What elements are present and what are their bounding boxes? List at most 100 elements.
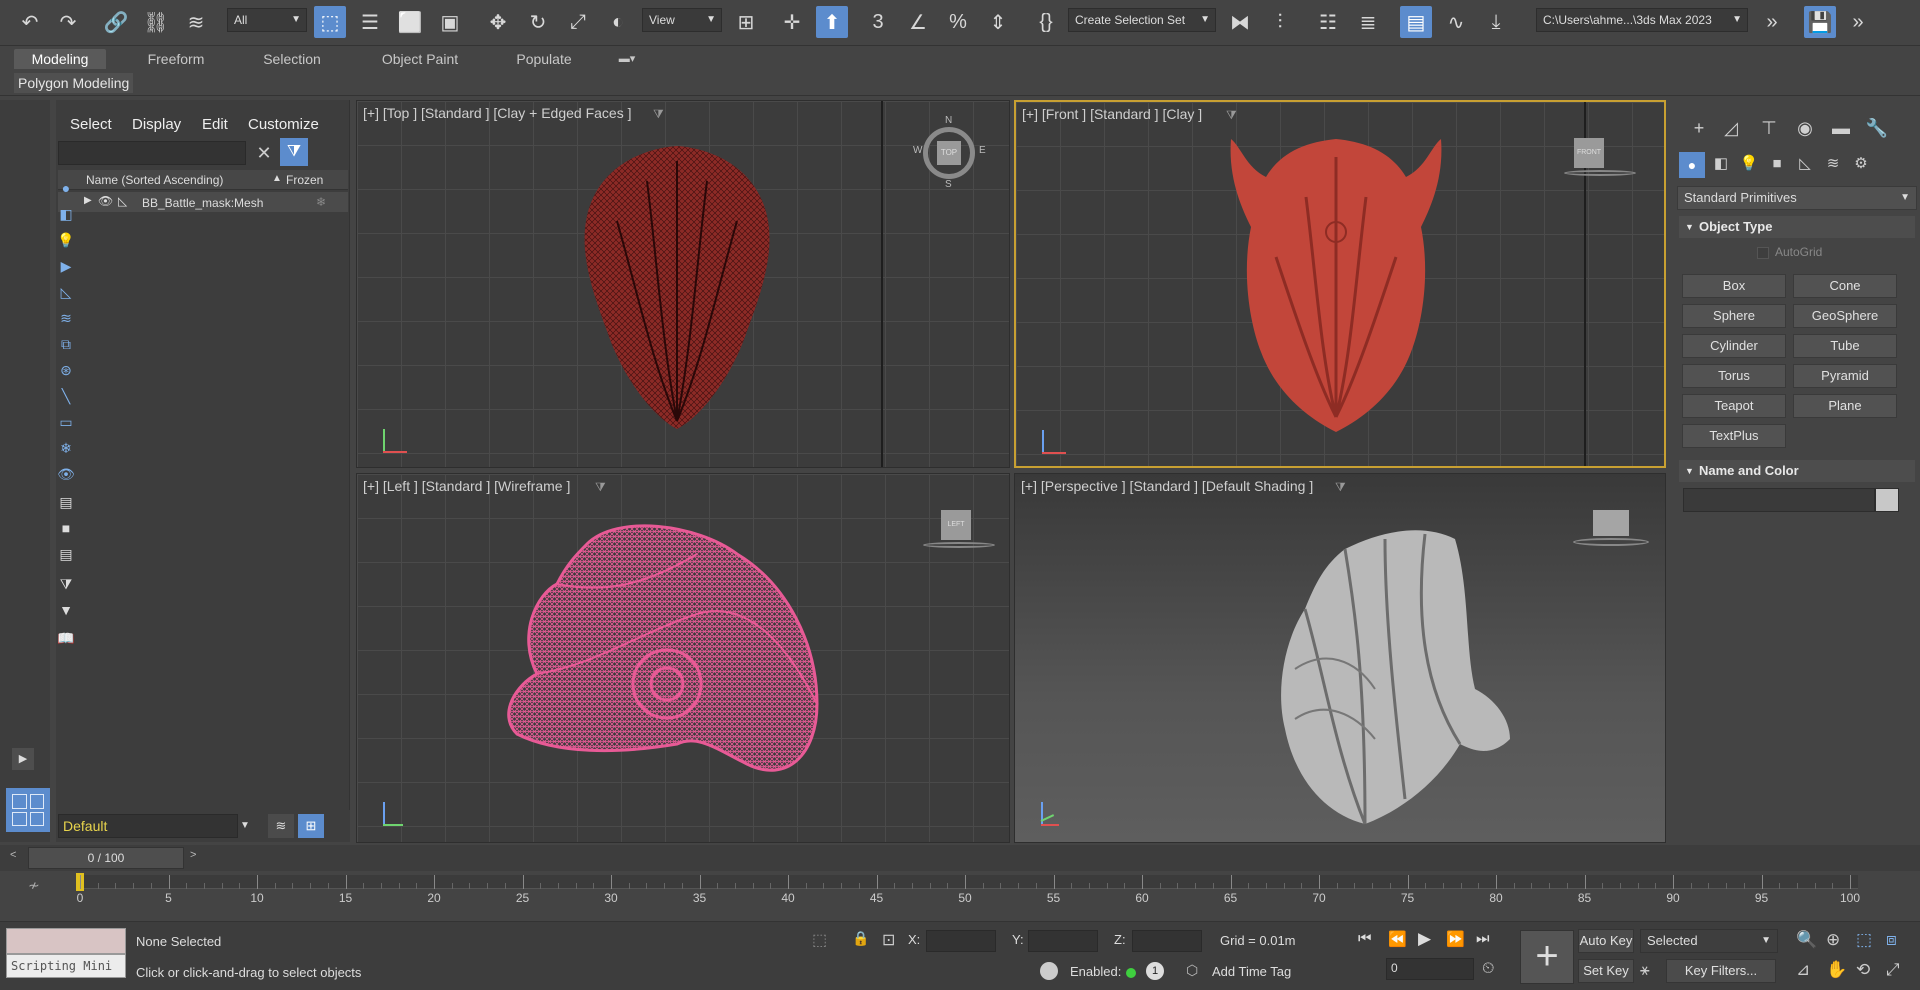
selection-region-icon[interactable]: ⬜: [394, 6, 426, 38]
selection-filter-dropdown[interactable]: All ▼: [227, 8, 307, 32]
select-manipulate-icon[interactable]: ✛: [776, 6, 808, 38]
selection-lock-icon[interactable]: 🔒: [852, 930, 869, 947]
filter-lights-icon[interactable]: 💡: [56, 230, 76, 250]
pan-view-icon[interactable]: ✋: [1826, 960, 1847, 980]
ribbon-options-icon[interactable]: ▬▾: [612, 49, 642, 69]
time-tag-icon[interactable]: ⬡: [1186, 962, 1198, 979]
time-prev-icon[interactable]: <: [10, 849, 16, 861]
filter-helpers-icon[interactable]: ◺: [56, 282, 76, 302]
zoom-extents-all-icon[interactable]: ⧈: [1886, 930, 1897, 950]
tab-populate[interactable]: Populate: [498, 49, 590, 69]
autogrid-checkbox[interactable]: [1757, 247, 1769, 259]
link-icon[interactable]: 🔗: [100, 6, 132, 38]
filter-frozen-icon[interactable]: ❄: [56, 438, 76, 458]
previous-frame-icon[interactable]: ⏪: [1388, 930, 1407, 948]
next-frame-icon[interactable]: ⏩: [1446, 930, 1465, 948]
key-mode-icon[interactable]: ⚹: [1640, 962, 1650, 980]
name-and-color-rollout[interactable]: ▼ Name and Color: [1679, 460, 1915, 482]
filter-geometry-icon[interactable]: ●: [56, 178, 76, 198]
display-tab-icon[interactable]: ▬: [1829, 116, 1853, 140]
modify-tab-icon[interactable]: ◿: [1719, 116, 1743, 140]
isolate-selection-icon[interactable]: ⬚: [812, 930, 827, 950]
lights-category-icon[interactable]: 💡: [1737, 152, 1761, 176]
perspective-viewcube-icon[interactable]: [1593, 510, 1629, 536]
layer-dropdown-arrow-icon[interactable]: ▼: [240, 820, 250, 831]
z-coordinate-input[interactable]: [1132, 930, 1202, 952]
auto-key-button[interactable]: Auto Key: [1578, 929, 1634, 953]
column-name[interactable]: Name (Sorted Ascending): [86, 173, 223, 187]
spacewarps-category-icon[interactable]: ≋: [1821, 152, 1845, 176]
clear-search-icon[interactable]: ✕: [252, 141, 276, 165]
play-icon[interactable]: ▶: [1418, 929, 1431, 949]
tube-button[interactable]: Tube: [1793, 334, 1897, 358]
current-frame-input[interactable]: 0: [1386, 958, 1474, 980]
snaps-toggle-icon[interactable]: 3: [862, 6, 894, 38]
project-path-dropdown[interactable]: C:\Users\ahme...\3ds Max 2023 ▼: [1536, 8, 1748, 32]
keyboard-shortcut-override-icon[interactable]: ⬆: [816, 6, 848, 38]
viewport-perspective-filter-icon[interactable]: ⧩: [1335, 480, 1346, 495]
object-color-swatch[interactable]: [1875, 488, 1899, 512]
viewcube-top[interactable]: TOP N S E W: [913, 115, 986, 190]
absolute-mode-icon[interactable]: ⊡: [882, 930, 895, 950]
filter-icon[interactable]: ⧩: [280, 138, 308, 166]
geosphere-button[interactable]: GeoSphere: [1793, 304, 1897, 328]
set-key-button[interactable]: Set Key: [1578, 959, 1634, 983]
torus-button[interactable]: Torus: [1682, 364, 1786, 388]
scripting-mini-input[interactable]: Scripting Mini: [6, 954, 126, 978]
list-icon[interactable]: ▤: [56, 492, 76, 512]
time-next-icon[interactable]: >: [190, 849, 196, 861]
filter-shapes-icon[interactable]: ◧: [56, 204, 76, 224]
motion-tab-icon[interactable]: ◉: [1793, 116, 1817, 140]
zoom-extents-icon[interactable]: ⬚: [1856, 930, 1872, 950]
funnel-filter-icon[interactable]: ▼: [56, 600, 76, 620]
scene-search-input[interactable]: [58, 141, 246, 165]
book-icon[interactable]: 📖: [56, 628, 76, 648]
column-frozen[interactable]: Frozen: [286, 173, 323, 187]
menu-edit[interactable]: Edit: [202, 116, 228, 133]
cube-front-face[interactable]: FRONT: [1574, 138, 1604, 168]
cone-button[interactable]: Cone: [1793, 274, 1897, 298]
viewport-left-filter-icon[interactable]: ⧩: [595, 480, 606, 495]
set-key-big-icon[interactable]: +: [1520, 930, 1574, 984]
tab-object-paint[interactable]: Object Paint: [370, 49, 470, 69]
more-toolbar-icon[interactable]: »: [1842, 6, 1874, 38]
edit-named-selection-icon[interactable]: {}: [1030, 6, 1062, 38]
viewport-left[interactable]: LEFT [+] [Left ] [Standard ] [Wireframe …: [356, 473, 1010, 843]
viewport-front-label[interactable]: [+] [Front ] [Standard ] [Clay ]: [1022, 106, 1202, 122]
bind-space-warp-icon[interactable]: ≋: [180, 6, 212, 38]
zoom-all-icon[interactable]: ⊕: [1826, 930, 1840, 950]
helpers-category-icon[interactable]: ◺: [1793, 152, 1817, 176]
viewport-front[interactable]: FRONT [+] [Front ] [Standard ] [Clay ] ⧩: [1014, 100, 1666, 468]
select-object-icon[interactable]: ⬚: [314, 6, 346, 38]
square-icon[interactable]: ■: [56, 518, 76, 538]
track-bar[interactable]: ≁ 0 5 10 15 20 25 30 35 40 45 50 55 60 65 70 75 80 85 90 95…: [0, 871, 1920, 921]
reference-coordinate-dropdown[interactable]: View ▼: [642, 8, 722, 32]
unlink-icon[interactable]: ⛓: [140, 6, 172, 38]
placement-icon[interactable]: ◐: [602, 6, 634, 38]
time-configuration-icon[interactable]: ⏲: [1482, 960, 1494, 978]
filter-groups-icon[interactable]: ⧉: [56, 334, 76, 354]
orbit-icon[interactable]: ⟲: [1856, 960, 1870, 980]
go-to-end-icon[interactable]: ⏭: [1476, 930, 1490, 947]
time-slider-thumb[interactable]: 0 / 100: [28, 847, 184, 869]
utilities-tab-icon[interactable]: 🔧: [1865, 116, 1889, 140]
primitive-type-dropdown[interactable]: Standard Primitives ▼: [1677, 186, 1917, 210]
move-icon[interactable]: ✥: [482, 6, 514, 38]
field-of-view-icon[interactable]: ⊿: [1796, 960, 1810, 980]
viewport-left-label[interactable]: [+] [Left ] [Standard ] [Wireframe ]: [363, 478, 570, 494]
save-icon[interactable]: 💾: [1804, 6, 1836, 38]
scene-row[interactable]: ▶ 👁 ◺ BB_Battle_mask:Mesh ❄: [58, 192, 348, 212]
geometry-category-icon[interactable]: ●: [1679, 152, 1705, 178]
hierarchy-view-icon[interactable]: ⊞: [298, 814, 324, 838]
object-name-input[interactable]: [1683, 488, 1875, 512]
create-selection-set-dropdown[interactable]: Create Selection Set ▼: [1068, 8, 1216, 32]
viewport-top[interactable]: TOP N S E W [+] [Top ] [Standard ] [Clay…: [356, 100, 1010, 468]
window-crossing-icon[interactable]: ▣: [434, 6, 466, 38]
plane-button[interactable]: Plane: [1793, 394, 1897, 418]
cameras-category-icon[interactable]: ■: [1765, 152, 1789, 176]
hierarchy-tab-icon[interactable]: ⊤: [1757, 116, 1781, 140]
mirror-icon[interactable]: ⧓: [1224, 6, 1256, 38]
details-icon[interactable]: ▤: [56, 544, 76, 564]
scale-icon[interactable]: ⤢: [562, 6, 594, 38]
pyramid-button[interactable]: Pyramid: [1793, 364, 1897, 388]
